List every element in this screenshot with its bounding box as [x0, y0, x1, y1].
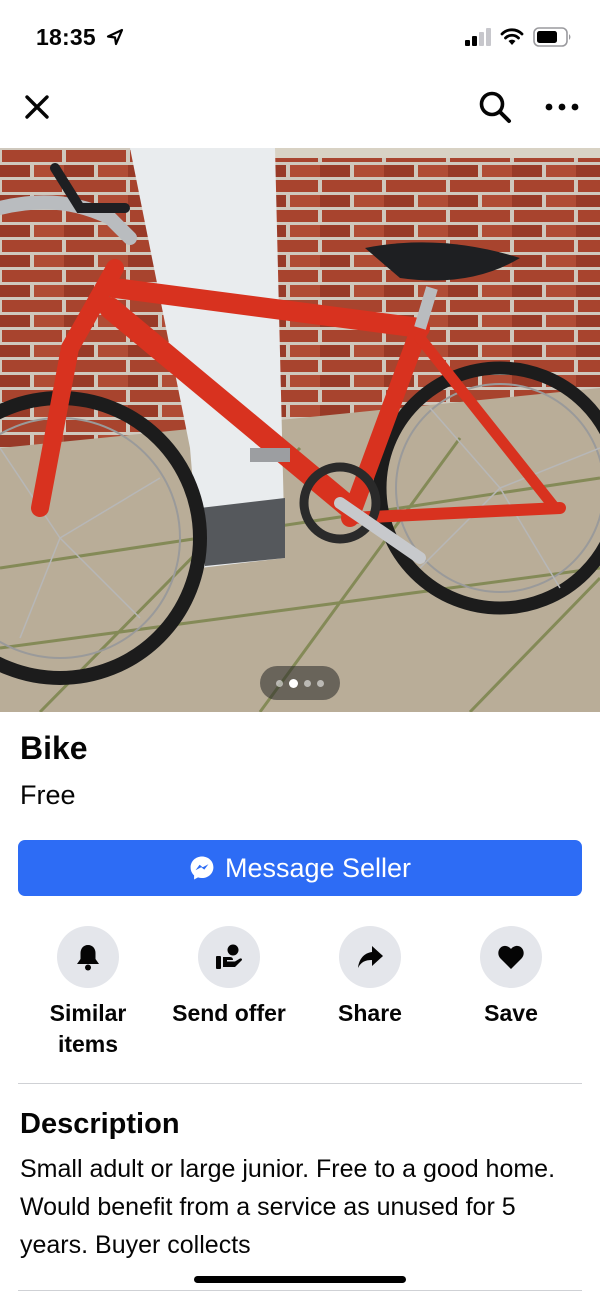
- cellular-signal-icon: [465, 28, 491, 46]
- pager-dot: [276, 679, 283, 687]
- more-options-button[interactable]: [542, 90, 582, 124]
- action-circle: [198, 926, 260, 988]
- close-button[interactable]: [20, 90, 54, 124]
- description-heading: Description: [20, 1108, 180, 1140]
- pager-dot-active: [289, 678, 298, 688]
- similar-items-label: Similar items: [49, 1000, 127, 1057]
- close-icon: [25, 95, 49, 119]
- search-button[interactable]: [476, 88, 514, 126]
- listing-title: Bike: [20, 730, 88, 766]
- similar-items-button[interactable]: Similar items: [18, 926, 158, 1060]
- photo-pager[interactable]: [260, 666, 340, 700]
- wifi-icon: [500, 28, 524, 45]
- top-nav-bar: [0, 80, 600, 136]
- message-seller-button[interactable]: Message Seller: [18, 840, 582, 896]
- battery-icon: [533, 27, 571, 47]
- search-icon: [479, 91, 511, 123]
- share-label: Share: [338, 1000, 402, 1026]
- share-arrow-icon: [358, 946, 383, 968]
- pager-dot: [317, 679, 324, 687]
- message-seller-label: Message Seller: [224, 852, 412, 883]
- action-circle: [480, 926, 542, 988]
- section-divider: [18, 1290, 582, 1291]
- bike-photo-image: [0, 148, 600, 712]
- action-circle: [57, 926, 119, 988]
- listing-price: Free: [20, 780, 76, 810]
- action-row: Similar items Send offer Share Save: [0, 926, 600, 1066]
- share-button[interactable]: Share: [300, 926, 440, 1029]
- location-arrow-icon: [106, 28, 124, 46]
- status-bar: 18:35: [0, 0, 600, 74]
- save-label: Save: [484, 1000, 538, 1026]
- more-dots-icon: [545, 103, 579, 111]
- listing-photo[interactable]: [0, 148, 600, 712]
- section-divider: [18, 1083, 582, 1084]
- messenger-icon: [190, 856, 214, 880]
- bell-icon: [77, 945, 99, 971]
- status-time: 18:35: [36, 24, 96, 50]
- description-body: Small adult or large junior. Free to a g…: [20, 1155, 556, 1259]
- send-offer-icon: [216, 944, 242, 969]
- save-button[interactable]: Save: [441, 926, 581, 1029]
- home-indicator: [194, 1276, 406, 1283]
- pager-dot: [304, 679, 311, 687]
- send-offer-button[interactable]: Send offer: [159, 926, 299, 1029]
- send-offer-label: Send offer: [172, 1000, 286, 1026]
- heart-icon: [498, 945, 524, 969]
- action-circle: [339, 926, 401, 988]
